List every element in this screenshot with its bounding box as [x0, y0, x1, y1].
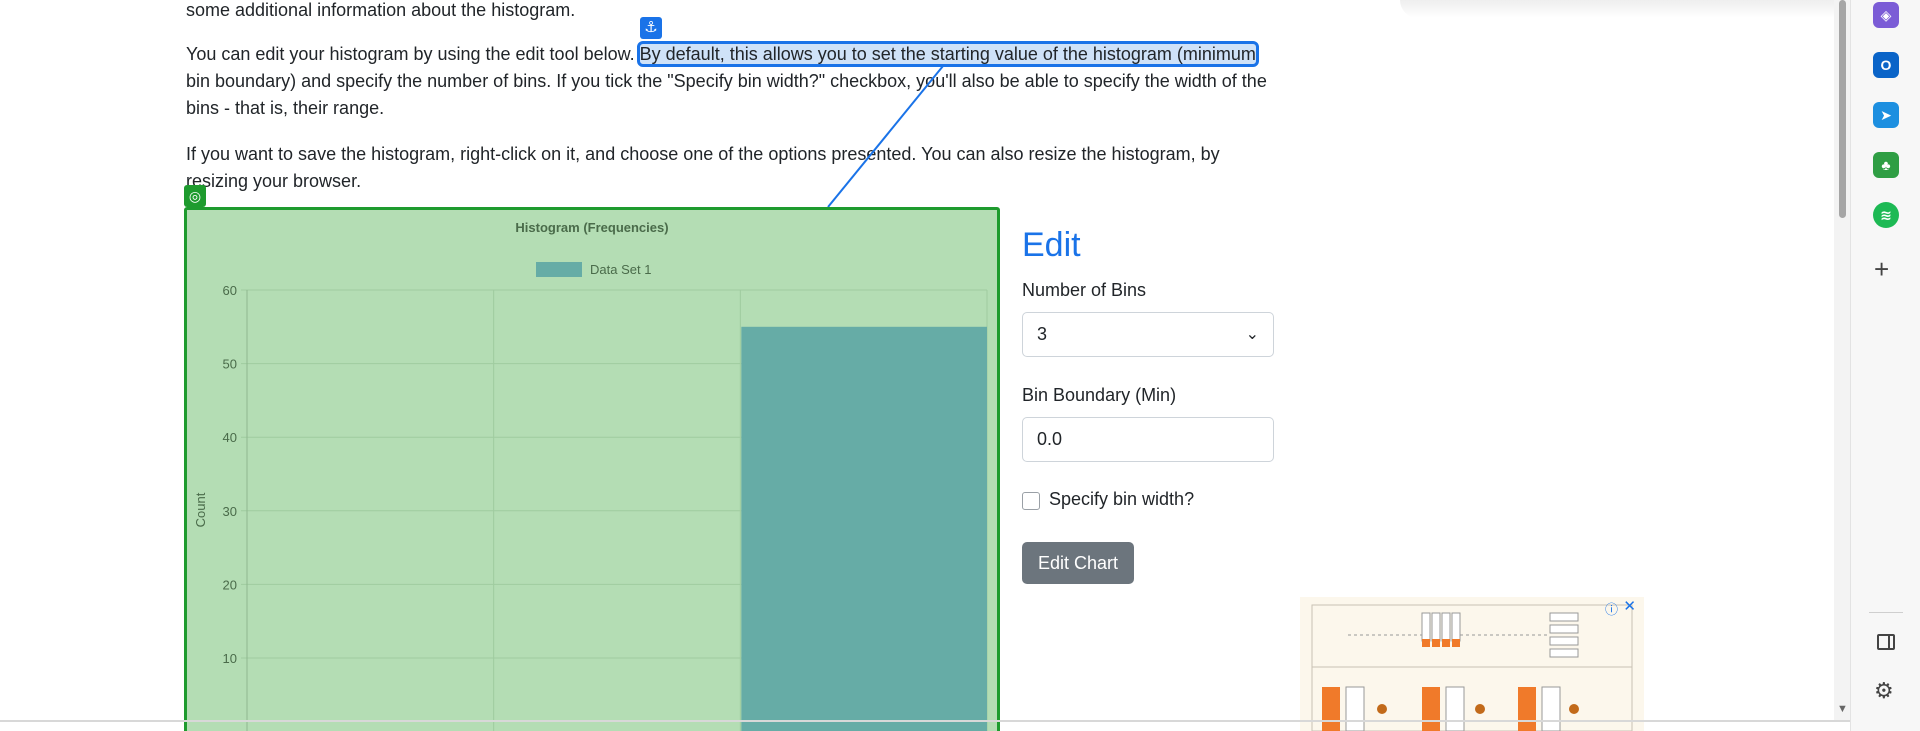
browser-sidebar: ◈ O ➤ ♣ ≋ + ⚙: [1850, 0, 1920, 731]
edit-title: Edit: [1022, 226, 1081, 264]
y-tick-label: 60: [223, 283, 237, 298]
send-icon[interactable]: ➤: [1873, 102, 1899, 128]
y-axis-label: Count: [193, 492, 208, 527]
y-tick-label: 50: [223, 357, 237, 372]
target-icon[interactable]: ◎: [184, 185, 206, 207]
bins-select[interactable]: 3 ⌄: [1022, 312, 1274, 357]
sidebar-panel-icon[interactable]: [1877, 634, 1895, 650]
scroll-thumb[interactable]: [1839, 0, 1846, 218]
bottom-divider: [0, 720, 1850, 722]
legend-label: Data Set 1: [590, 262, 651, 277]
ad-illustration: [1311, 604, 1633, 731]
bin-width-checkbox[interactable]: [1022, 492, 1040, 510]
web-page: some additional information about the hi…: [0, 0, 1850, 731]
outlook-icon[interactable]: O: [1873, 52, 1899, 78]
scroll-down-icon[interactable]: ▼: [1837, 703, 1848, 715]
bins-value: 3: [1037, 324, 1048, 344]
chevron-down-icon: ⌄: [1245, 326, 1259, 343]
info-icon[interactable]: ⓘ: [1605, 599, 1618, 618]
histogram-chart[interactable]: Histogram (Frequencies) Data Set 1 60 50 40 3…: [184, 207, 1000, 731]
plus-icon[interactable]: +: [1874, 254, 1889, 285]
close-icon[interactable]: ✕: [1623, 597, 1636, 615]
bin-width-label: Specify bin width?: [1049, 489, 1195, 509]
advertisement[interactable]: ⓘ ✕: [1300, 597, 1644, 731]
chart-title: Histogram (Frequencies): [515, 220, 668, 235]
y-tick-label: 30: [223, 504, 237, 519]
boundary-input[interactable]: 0.0: [1022, 417, 1274, 462]
histogram-bar: [741, 326, 987, 731]
bins-label: Number of Bins: [1022, 280, 1147, 300]
histogram-svg: Histogram (Frequencies) Data Set 1 60 50 40 3…: [193, 220, 988, 731]
scrollbar[interactable]: ▼: [1834, 0, 1850, 720]
legend-swatch: [536, 262, 582, 277]
y-tick-label: 40: [223, 430, 237, 445]
tree-icon[interactable]: ♣: [1873, 152, 1899, 178]
copilot-icon[interactable]: ◈: [1873, 2, 1899, 28]
y-tick-label: 10: [223, 651, 237, 666]
gear-icon[interactable]: ⚙: [1874, 678, 1894, 704]
boundary-value: 0.0: [1037, 429, 1063, 449]
spotify-icon[interactable]: ≋: [1873, 202, 1899, 228]
boundary-label: Bin Boundary (Min): [1022, 385, 1177, 405]
y-tick-label: 20: [223, 577, 237, 592]
edit-chart-button[interactable]: Edit Chart: [1022, 542, 1135, 584]
sidebar-divider: [1869, 612, 1903, 613]
popup-shadow: [1400, 0, 1850, 18]
